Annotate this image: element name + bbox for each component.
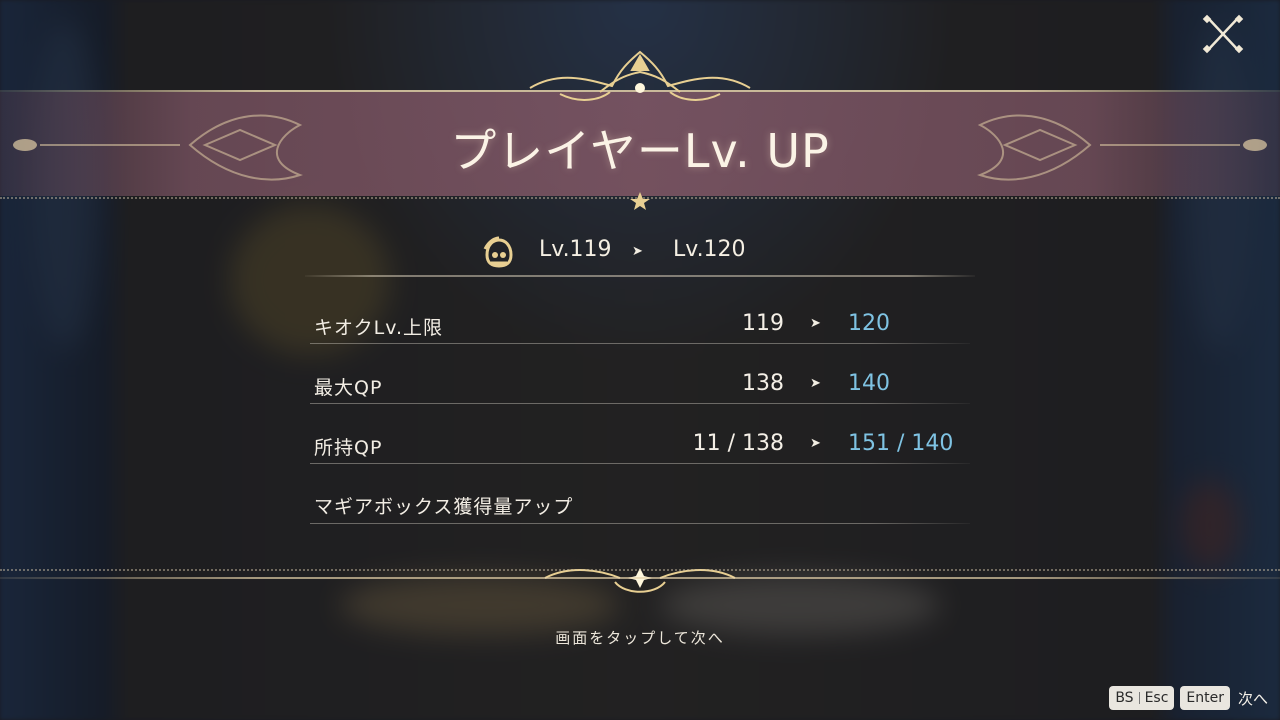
next-label: 次へ	[1237, 689, 1268, 708]
stat-row-max-qp: 最大QP 138 ➤ 140	[310, 357, 970, 417]
level-from: Lv.119	[539, 237, 612, 262]
close-button[interactable]	[1200, 12, 1246, 56]
row-divider	[310, 343, 970, 344]
key-divider	[1138, 692, 1140, 704]
arrow-right-icon: ➤	[810, 436, 821, 451]
arrow-right-icon: ➤	[810, 316, 821, 331]
close-icon	[1202, 14, 1244, 54]
level-up-screen[interactable]: プレイヤーLv. UP Lv.119 ➤ Lv.120 キオクLv.上限 119…	[0, 0, 1280, 720]
player-face-icon	[483, 236, 513, 268]
stat-label: キオクLv.上限	[314, 317, 444, 339]
bottom-band-dots	[0, 569, 1280, 571]
stat-row-owned-qp: 所持QP 11 / 138 ➤ 151 / 140	[310, 417, 970, 477]
stat-old-value: 138	[742, 371, 784, 396]
stat-label: 所持QP	[314, 437, 383, 459]
arrow-right-icon: ➤	[632, 244, 643, 259]
stat-old-value: 119	[742, 311, 784, 336]
stat-old-value: 11 / 138	[692, 431, 784, 456]
back-key[interactable]: BS Esc	[1109, 686, 1175, 710]
row-divider	[310, 403, 970, 404]
enter-key[interactable]: Enter	[1180, 686, 1230, 710]
dialog-title: プレイヤーLv. UP	[450, 124, 830, 178]
stat-new-value: 140	[848, 371, 890, 396]
arrow-right-icon: ➤	[810, 376, 821, 391]
stat-row-kioku-lv-cap: キオクLv.上限 119 ➤ 120	[310, 297, 970, 357]
bottom-band-line	[0, 577, 1280, 579]
row-divider	[310, 523, 970, 524]
level-separator	[305, 275, 975, 277]
stat-row-magia-box-gain-up: マギアボックス獲得量アップ	[310, 476, 970, 536]
stat-label: 最大QP	[314, 377, 383, 399]
keyboard-hints: BS Esc Enter 次へ	[1109, 686, 1268, 710]
row-divider	[310, 463, 970, 464]
stat-new-value: 151 / 140	[848, 431, 954, 456]
stat-new-value: 120	[848, 311, 890, 336]
level-to: Lv.120	[673, 237, 746, 262]
back-key-esc: Esc	[1144, 690, 1169, 706]
back-key-bs: BS	[1115, 690, 1134, 706]
stat-label: マギアボックス獲得量アップ	[314, 496, 574, 518]
level-change-row: Lv.119 ➤ Lv.120	[0, 233, 1280, 273]
tap-to-continue-hint[interactable]: 画面をタップして次へ	[0, 627, 1280, 648]
